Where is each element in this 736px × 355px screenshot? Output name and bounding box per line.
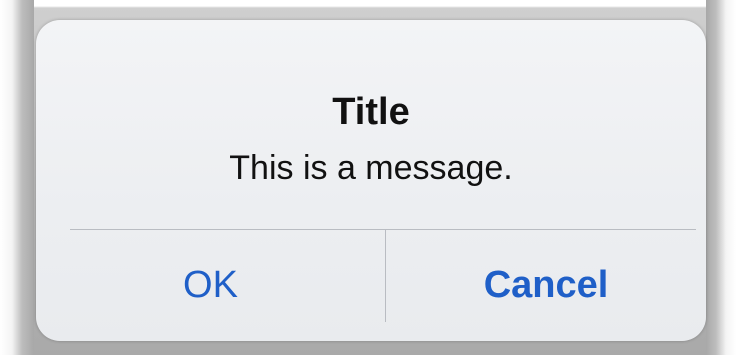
backdrop-edge-left [0,0,34,355]
ok-button[interactable]: OK [36,230,385,340]
backdrop-edge-right [706,0,736,355]
alert-title: Title [332,91,410,133]
alert-message: This is a message. [229,149,513,187]
cancel-button[interactable]: Cancel [386,230,706,340]
alert-dialog: Title This is a message. OK Cancel [36,20,706,341]
